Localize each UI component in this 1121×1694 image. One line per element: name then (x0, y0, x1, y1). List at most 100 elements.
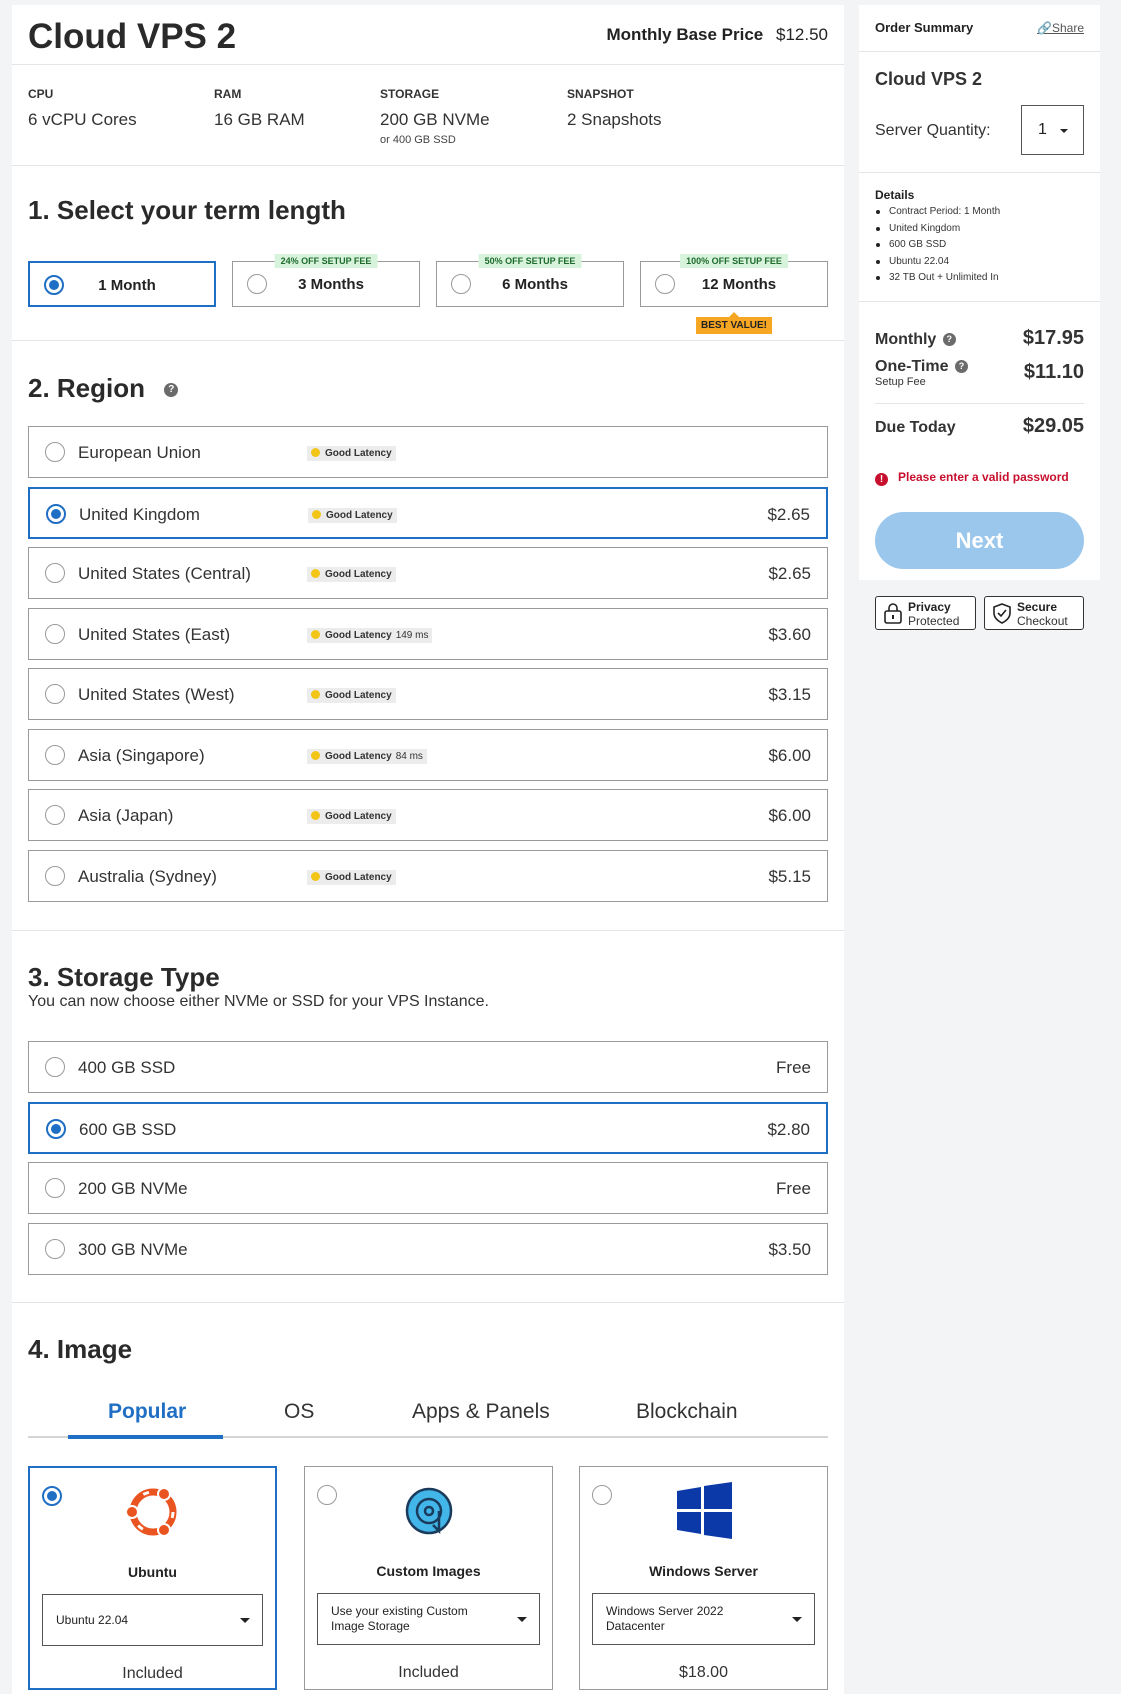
region-option[interactable]: United States (East) Good Latency 149 ms $3… (28, 607, 828, 660)
storage-option[interactable]: 300 GB NVMe $3.50 (28, 1222, 828, 1275)
radio-button[interactable] (45, 865, 65, 886)
tab-popular[interactable]: Popular (108, 1400, 186, 1424)
latency-badge: Good Latency (307, 869, 396, 885)
ubuntu-version-select[interactable]: Ubuntu 22.04 (42, 1594, 263, 1646)
image-card-windows-server[interactable]: Windows Server Windows Server 2022 Datac… (579, 1466, 828, 1690)
radio-button[interactable] (45, 805, 65, 825)
latency-dot-icon (311, 629, 320, 639)
caret-down-icon (1060, 129, 1068, 133)
question-circle-icon[interactable]: ? (954, 360, 968, 374)
monthly-price: $17.95 (1022, 327, 1084, 349)
radio-button[interactable] (317, 1485, 337, 1505)
spec-key: CPU (28, 87, 54, 101)
onetime-price: $11.10 (1023, 361, 1084, 383)
storage-price: $3.50 (768, 1239, 811, 1259)
region-name: United Kingdom (79, 504, 200, 524)
radio-button[interactable] (45, 684, 65, 704)
latency-ms: 149 ms (395, 629, 429, 641)
radio-button[interactable] (45, 623, 65, 644)
term-option-1-month[interactable]: 1 Month (28, 261, 216, 307)
radio-button[interactable] (42, 1486, 62, 1506)
region-option[interactable]: European Union Good Latency (28, 426, 828, 478)
windows-version-select[interactable]: Windows Server 2022 Datacenter (592, 1593, 815, 1645)
term-label: 6 Months (502, 276, 568, 293)
detail-item: 600 GB SSD (875, 237, 1000, 254)
radio-button[interactable] (46, 503, 66, 524)
radio-button[interactable] (45, 1057, 65, 1077)
region-name: United States (East) (78, 624, 231, 644)
latency-badge: Good Latency (307, 446, 396, 461)
radio-button[interactable] (45, 442, 65, 462)
quantity-select[interactable]: 1 (1021, 105, 1084, 155)
storage-name: 600 GB SSD (79, 1119, 177, 1139)
radio-button[interactable] (46, 1118, 66, 1139)
monthly-label-text: Monthly (875, 331, 937, 348)
link-icon: 🔗 (1037, 21, 1052, 35)
term-option-3-months[interactable]: 24% OFF SETUP FEE 3 Months (232, 254, 420, 307)
latency-badge: Good Latency (307, 809, 396, 824)
promo-badge: 50% OFF SETUP FEE (478, 254, 582, 268)
windows-logo-icon (676, 1482, 732, 1539)
region-price: $2.65 (768, 564, 811, 583)
image-card-ubuntu[interactable]: Ubuntu Ubuntu 22.04 Included (28, 1466, 277, 1690)
term-label: 12 Months (701, 276, 777, 293)
region-option[interactable]: Australia (Sydney) Good Latency $5.15 (28, 849, 828, 902)
divider (12, 930, 844, 931)
custom-image-disc-icon (405, 1487, 452, 1535)
share-link[interactable]: 🔗Share (1037, 21, 1084, 35)
term-option-6-months[interactable]: 50% OFF SETUP FEE 6 Months (436, 254, 624, 307)
storage-option[interactable]: 400 GB SSD Free (28, 1041, 828, 1093)
spec-cpu: CPU 6 vCPU Cores (28, 87, 137, 130)
image-card-custom-images[interactable]: Custom Images Use your existing Custom I… (304, 1466, 553, 1690)
due-today-label: Due Today (875, 419, 956, 436)
best-value-badge: BEST VALUE! (696, 312, 772, 334)
region-option[interactable]: United States (Central) Good Latency $2.65 (28, 547, 828, 599)
storage-option[interactable]: 200 GB NVMe Free (28, 1162, 828, 1214)
region-price: $3.60 (768, 624, 811, 644)
shield-check-icon (993, 603, 1011, 624)
radio-button[interactable] (45, 1238, 65, 1259)
share-label: Share (1051, 21, 1084, 35)
base-price-label: Monthly Base Price (606, 25, 764, 44)
latency-label: Good Latency (325, 448, 392, 459)
promo-badge: 100% OFF SETUP FEE (680, 254, 788, 268)
term-option-12-months[interactable]: 100% OFF SETUP FEE 12 Months BEST VALUE! (640, 254, 828, 334)
spec-sub: or 400 GB SSD (380, 134, 456, 146)
detail-item: Contract Period: 1 Month (875, 204, 1000, 221)
onetime-label: One-Time ? (875, 358, 968, 376)
latency-dot-icon (311, 690, 320, 699)
region-option[interactable]: Asia (Japan) Good Latency $6.00 (28, 789, 828, 841)
badge-subtitle: Protected (908, 614, 960, 628)
spec-key: SNAPSHOT (567, 87, 634, 101)
latency-label: Good Latency (325, 569, 392, 580)
storage-option[interactable]: 600 GB SSD $2.80 (28, 1101, 828, 1154)
next-button[interactable]: Next (875, 512, 1084, 569)
radio-button[interactable] (45, 1178, 65, 1198)
question-circle-icon[interactable]: ? (164, 383, 179, 398)
custom-image-select[interactable]: Use your existing Custom Image Storage (317, 1593, 540, 1645)
tab-apps-panels[interactable]: Apps & Panels (412, 1400, 550, 1424)
radio-button[interactable] (592, 1485, 612, 1505)
details-title: Details (875, 188, 915, 202)
storage-name: 300 GB NVMe (78, 1239, 188, 1259)
region-option[interactable]: United Kingdom Good Latency $2.65 (28, 486, 828, 539)
secure-checkout-badge: Secure Checkout (984, 596, 1084, 630)
tab-os[interactable]: OS (284, 1400, 314, 1424)
monthly-label: Monthly ? (875, 331, 956, 349)
radio-button[interactable] (45, 563, 65, 583)
term-label: 1 Month (98, 277, 156, 294)
region-name: Asia (Japan) (78, 806, 174, 825)
question-circle-icon[interactable]: ? (942, 333, 956, 347)
region-price: $6.00 (768, 745, 811, 765)
detail-item: 32 TB Out + Unlimited In (875, 270, 1000, 287)
region-option[interactable]: Asia (Singapore) Good Latency 84 ms $6.00 (28, 728, 828, 781)
caret-down-icon (517, 1617, 527, 1622)
region-option[interactable]: United States (West) Good Latency $3.15 (28, 668, 828, 720)
divider (875, 403, 1084, 404)
latency-label: Good Latency (325, 690, 392, 701)
image-price: Included (122, 1665, 183, 1682)
latency-dot-icon (311, 448, 320, 457)
tab-blockchain[interactable]: Blockchain (636, 1400, 738, 1424)
radio-button[interactable] (45, 744, 65, 765)
select-value: Windows Server 2022 Datacenter (606, 1604, 724, 1633)
